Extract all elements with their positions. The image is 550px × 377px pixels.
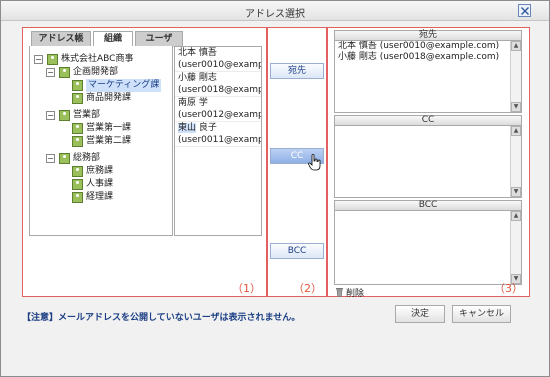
tree-node-label: 企画開発部	[73, 67, 119, 77]
organization-icon	[72, 93, 83, 104]
collapse-toggle-icon[interactable]: −	[46, 68, 55, 77]
tree-node-label: マーケティング課	[86, 79, 162, 92]
bcc-header: BCC	[334, 200, 522, 211]
notice-text: 【注意】メールアドレスを公開していないユーザは表示されません。	[22, 313, 301, 323]
section-label-2: （2）	[293, 282, 322, 295]
scroll-up-icon[interactable]: ▲	[511, 211, 521, 221]
section-label-1: （1）	[232, 282, 261, 295]
organization-icon	[72, 123, 83, 134]
scroll-up-icon[interactable]: ▲	[511, 41, 521, 51]
organization-tree: − 株式会社ABC商事 − 企画開発部 マーケティング課 商品開発課 − 営業部…	[29, 46, 173, 236]
organization-icon	[72, 80, 83, 91]
cc-scrollbar[interactable]: ▲ ▼	[510, 126, 521, 197]
tree-node-label: 商品開発課	[86, 93, 132, 103]
to-header: 宛先	[334, 30, 522, 41]
user-email: (user0018@examp	[178, 85, 262, 95]
organization-icon	[47, 54, 58, 65]
tree-node-label: 営業第一課	[86, 123, 132, 133]
dialog-title: アドレス選択	[245, 9, 305, 20]
organization-icon	[59, 110, 70, 121]
organization-icon	[72, 136, 83, 147]
trash-icon	[336, 288, 343, 297]
ok-button[interactable]: 決定	[395, 305, 445, 323]
to-recipient-list[interactable]: 北本 慎吾 (user0010@example.com) 小藤 剛志 (user…	[334, 41, 522, 113]
cc-header: CC	[334, 115, 522, 126]
tab-address-book[interactable]: アドレス帳	[31, 31, 91, 47]
cancel-button[interactable]: キャンセル	[452, 305, 511, 323]
bcc-scrollbar[interactable]: ▲ ▼	[510, 211, 521, 284]
collapse-toggle-icon[interactable]: −	[34, 55, 43, 64]
collapse-toggle-icon[interactable]: −	[46, 154, 55, 163]
user-name: 南原 学	[178, 98, 208, 108]
user-name: 小藤 剛志	[178, 73, 217, 83]
list-item[interactable]: 北本 慎吾 (user0010@example.com)	[335, 41, 521, 52]
organization-icon	[59, 67, 70, 78]
list-item[interactable]: 南原 学 (user0012@examp	[175, 97, 261, 122]
cc-recipient-list[interactable]: ▲ ▼	[334, 126, 522, 198]
user-email: (user0012@examp	[178, 110, 262, 120]
tree-node-label: 庶務課	[86, 166, 114, 176]
close-icon	[521, 7, 529, 15]
organization-icon	[59, 153, 70, 164]
to-scrollbar[interactable]: ▲ ▼	[510, 41, 521, 112]
title-bar: アドレス選択	[1, 1, 549, 21]
tree-node-label: 総務部	[73, 153, 101, 163]
collapse-toggle-icon[interactable]: −	[46, 111, 55, 120]
organization-icon	[72, 179, 83, 190]
hand-pointer-icon	[308, 154, 321, 171]
address-selection-dialog: アドレス選択 アドレス帳 組織 ユーザ − 株式会社ABC商事 − 企画開発部 …	[0, 0, 550, 377]
delete-label: 削除	[346, 289, 365, 299]
organization-icon	[72, 166, 83, 177]
user-name: 北本 慎吾	[178, 48, 217, 58]
user-name-rest: 良子	[196, 123, 217, 133]
list-item[interactable]: 小藤 剛志 (user0018@example.com)	[335, 52, 521, 63]
delete-button[interactable]: 削除	[335, 287, 364, 299]
user-email: (user0010@examp	[178, 60, 262, 70]
bcc-recipient-list[interactable]: ▲ ▼	[334, 211, 522, 285]
tree-node-label: 経理課	[86, 192, 114, 202]
tree-node-label: 営業部	[73, 110, 101, 120]
user-name: 東山 良子	[178, 122, 261, 134]
scroll-down-icon[interactable]: ▼	[511, 187, 521, 197]
add-to-button[interactable]: 宛先	[270, 63, 324, 79]
section-label-3: （3）	[494, 282, 523, 295]
scroll-down-icon[interactable]: ▼	[511, 102, 521, 112]
scroll-up-icon[interactable]: ▲	[511, 126, 521, 136]
user-email: (user0011@examp	[178, 135, 262, 145]
list-item[interactable]: 小藤 剛志 (user0018@examp	[175, 72, 261, 97]
list-item[interactable]: 東山 良子 (user0011@examp	[175, 122, 261, 147]
organization-icon	[72, 192, 83, 203]
tab-user[interactable]: ユーザ	[135, 31, 183, 47]
user-list: 北本 慎吾 (user0010@examp 小藤 剛志 (user0018@ex…	[174, 46, 262, 236]
list-item[interactable]: 北本 慎吾 (user0010@examp	[175, 47, 261, 72]
add-bcc-button[interactable]: BCC	[270, 243, 324, 259]
tree-node-label: 営業第二課	[86, 136, 132, 146]
user-name-highlight: 東山	[178, 123, 197, 133]
close-button[interactable]	[518, 4, 531, 17]
tree-node-label: 株式会社ABC商事	[61, 54, 134, 64]
tree-node-label: 人事課	[86, 179, 114, 189]
